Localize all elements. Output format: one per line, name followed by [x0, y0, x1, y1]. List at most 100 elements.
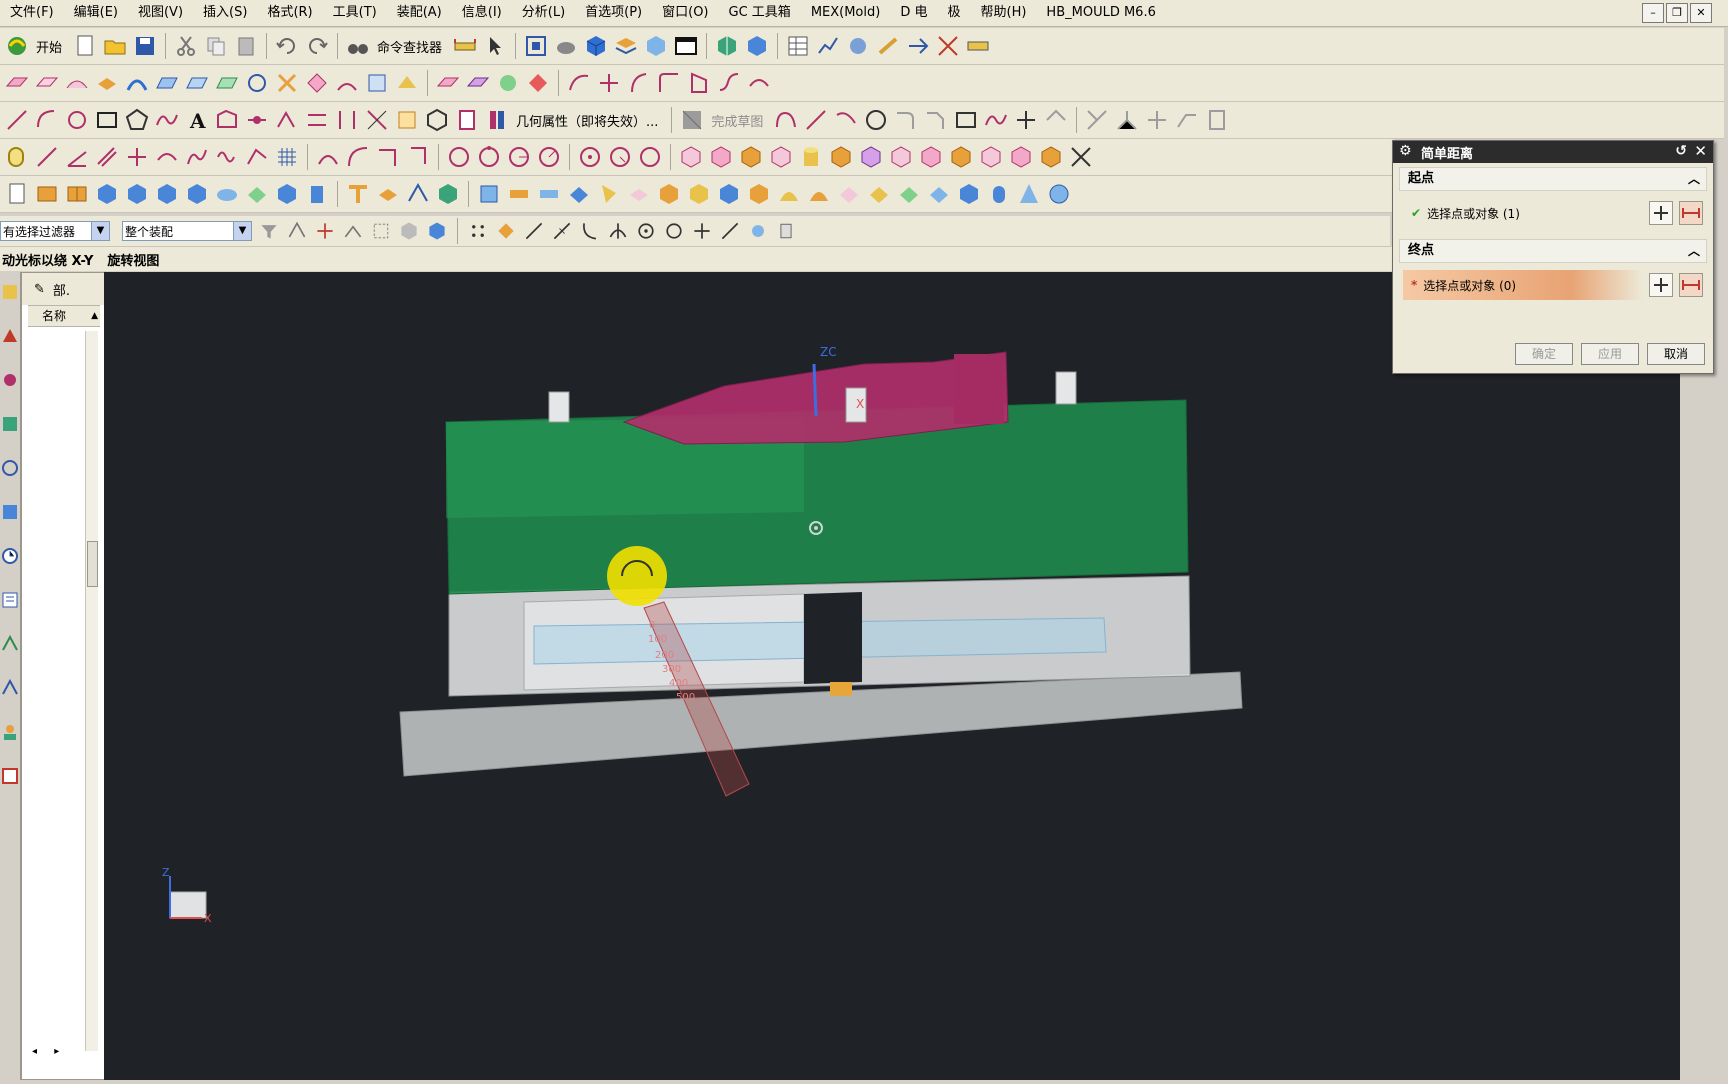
filter-f-icon[interactable] [398, 220, 420, 242]
mold-l-icon[interactable] [375, 181, 401, 207]
mold-model-render[interactable]: ZC X 0 100 200 300 400 500 Z X [104, 272, 1680, 1080]
solid-cube-icon[interactable] [583, 33, 609, 59]
filter-a-icon[interactable] [258, 220, 280, 242]
circle-f-icon[interactable] [607, 144, 633, 170]
mold-aa-icon[interactable] [836, 181, 862, 207]
solid-j-icon[interactable] [978, 144, 1004, 170]
sketch-a-icon[interactable] [214, 107, 240, 133]
curve-a-icon[interactable] [566, 70, 592, 96]
mold-a-icon[interactable] [34, 181, 60, 207]
mold-q-icon[interactable] [536, 181, 562, 207]
sketch-e-icon[interactable] [334, 107, 360, 133]
mold-k-icon[interactable] [345, 181, 371, 207]
mold-i-icon[interactable] [274, 181, 300, 207]
mold-ab-icon[interactable] [866, 181, 892, 207]
circle-d-icon[interactable] [536, 144, 562, 170]
solid-i-icon[interactable] [948, 144, 974, 170]
mold-o-icon[interactable] [476, 181, 502, 207]
menu-edit[interactable]: 编辑(E) [64, 0, 128, 26]
arc-icon[interactable] [34, 107, 60, 133]
dialog-title-bar[interactable]: ⚙ 简单距离 ↺ ✕ [1393, 141, 1713, 163]
join-curve-icon[interactable] [345, 144, 371, 170]
start-point-selector[interactable]: ✔ 选择点或对象 (1) [1403, 198, 1643, 228]
measure-distance-icon[interactable] [452, 33, 478, 59]
corner-icon[interactable] [1144, 107, 1170, 133]
filter-g-icon[interactable] [426, 220, 448, 242]
tool-a-icon[interactable] [845, 33, 871, 59]
circle-a-icon[interactable] [446, 144, 472, 170]
system-materials-icon[interactable] [1, 590, 19, 610]
curve-wave-icon[interactable] [214, 144, 240, 170]
navigator-column-header[interactable]: 名称 ▲ [28, 305, 100, 327]
web-browser-icon[interactable] [1, 458, 19, 478]
scroll-thumb[interactable] [87, 541, 98, 587]
mold-j-icon[interactable] [304, 181, 330, 207]
mold-g-icon[interactable] [214, 181, 240, 207]
graph-icon[interactable] [815, 33, 841, 59]
surface-f-icon[interactable] [304, 70, 330, 96]
sketch-c-icon[interactable] [274, 107, 300, 133]
menu-view[interactable]: 视图(V) [128, 0, 193, 26]
menu-mex-mold[interactable]: MEX(Mold) [801, 0, 891, 26]
point-icon[interactable] [1013, 107, 1039, 133]
menu-hb-mould[interactable]: HB_MOULD M6.6 [1036, 0, 1165, 26]
sketch-circle-icon[interactable] [863, 107, 889, 133]
snap-quadrant-icon[interactable] [663, 220, 685, 242]
assembly-icon[interactable] [714, 33, 740, 59]
offset-icon[interactable] [375, 144, 401, 170]
curve-tangent-icon[interactable] [154, 144, 180, 170]
close-icon[interactable]: ✕ [1694, 142, 1707, 160]
surface-e-icon[interactable] [274, 70, 300, 96]
solid-f-icon[interactable] [858, 144, 884, 170]
start-point-header[interactable]: 起点 ︿ [1399, 167, 1707, 191]
extend-icon[interactable] [1114, 107, 1140, 133]
start-button[interactable]: 开始 [36, 37, 62, 56]
surface-i-icon[interactable] [394, 70, 420, 96]
finish-sketch-button[interactable]: 完成草图 [711, 111, 763, 130]
restore-button[interactable]: ❐ [1666, 3, 1688, 23]
ruler-icon[interactable] [965, 33, 991, 59]
cone-icon[interactable] [1016, 181, 1042, 207]
mold-w-icon[interactable] [716, 181, 742, 207]
constraint-icon[interactable] [1174, 107, 1200, 133]
plane-icon[interactable] [4, 70, 30, 96]
graphics-viewport[interactable]: ZC X 0 100 200 300 400 500 Z X [104, 272, 1680, 1080]
mold-ad-icon[interactable] [926, 181, 952, 207]
solid-l-icon[interactable] [1038, 144, 1064, 170]
solid-b-icon[interactable] [708, 144, 734, 170]
mold-s-icon[interactable] [596, 181, 622, 207]
assembly-navigator-icon[interactable] [1, 282, 19, 302]
mold-h-icon[interactable] [244, 181, 270, 207]
user-role-icon[interactable] [1, 722, 19, 742]
process-studio-icon[interactable] [1, 634, 19, 654]
part-navigator-icon[interactable] [1, 370, 19, 390]
datum-plane-icon[interactable] [34, 70, 60, 96]
circle-g-icon[interactable] [637, 144, 663, 170]
distance-type-button[interactable] [1679, 273, 1703, 297]
surface-a-icon[interactable] [154, 70, 180, 96]
minimize-button[interactable]: – [1642, 3, 1664, 23]
snap-a-icon[interactable] [467, 220, 489, 242]
mold-af-icon[interactable] [986, 181, 1012, 207]
tool-d-icon[interactable] [935, 33, 961, 59]
sketch-f-icon[interactable] [364, 107, 390, 133]
mold-t-icon[interactable] [626, 181, 652, 207]
trim-icon[interactable] [1084, 107, 1110, 133]
rectangle-icon[interactable] [94, 107, 120, 133]
shaded-view-icon[interactable] [553, 33, 579, 59]
mold-r-icon[interactable] [566, 181, 592, 207]
undo-icon[interactable] [274, 33, 300, 59]
curve-c-icon[interactable] [626, 70, 652, 96]
chevron-right-icon[interactable]: ▸ [54, 1046, 59, 1057]
chamfer-icon[interactable] [923, 107, 949, 133]
start-icon[interactable] [4, 33, 30, 59]
component-icon[interactable] [744, 33, 770, 59]
pin-icon[interactable]: ✎ [34, 282, 45, 297]
fillet-icon[interactable] [893, 107, 919, 133]
mesh-surface-icon[interactable] [64, 70, 90, 96]
curve-project-icon[interactable] [244, 144, 270, 170]
circle-c-icon[interactable] [506, 144, 532, 170]
cylinder-icon[interactable] [798, 144, 824, 170]
axis-xz-icon[interactable] [1068, 144, 1094, 170]
offset-curve-icon[interactable] [1043, 107, 1069, 133]
